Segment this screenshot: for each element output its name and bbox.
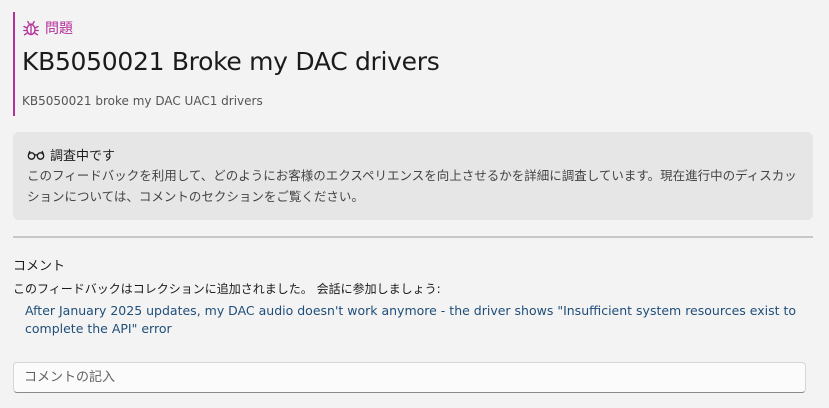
glasses-icon: [27, 149, 45, 161]
comments-heading: コメント: [13, 259, 66, 274]
page-subtitle: KB5050021 broke my DAC UAC1 drivers: [22, 94, 263, 108]
bug-icon: [22, 19, 40, 37]
page-title: KB5050021 Broke my DAC drivers: [22, 47, 440, 76]
section-divider: [13, 236, 813, 238]
comment-input[interactable]: [13, 362, 806, 393]
status-description: このフィードバックを利用して、どのようにお客様のエクスペリエンスを向上させるかを…: [27, 168, 797, 204]
status-title-row: 調査中です: [27, 145, 115, 164]
status-card: 調査中です このフィードバックを利用して、どのようにお客様のエクスペリエンスを向…: [13, 132, 813, 220]
issue-type: 問題: [22, 18, 73, 38]
status-title: 調査中です: [50, 149, 116, 164]
collection-note: このフィードバックはコレクションに追加されました。 会話に参加しましょう:: [13, 282, 441, 296]
issue-type-label: 問題: [45, 21, 73, 37]
linked-feedback-link[interactable]: After January 2025 updates, my DAC audio…: [25, 302, 805, 338]
issue-header: 問題 KB5050021 Broke my DAC drivers KB5050…: [13, 12, 813, 116]
